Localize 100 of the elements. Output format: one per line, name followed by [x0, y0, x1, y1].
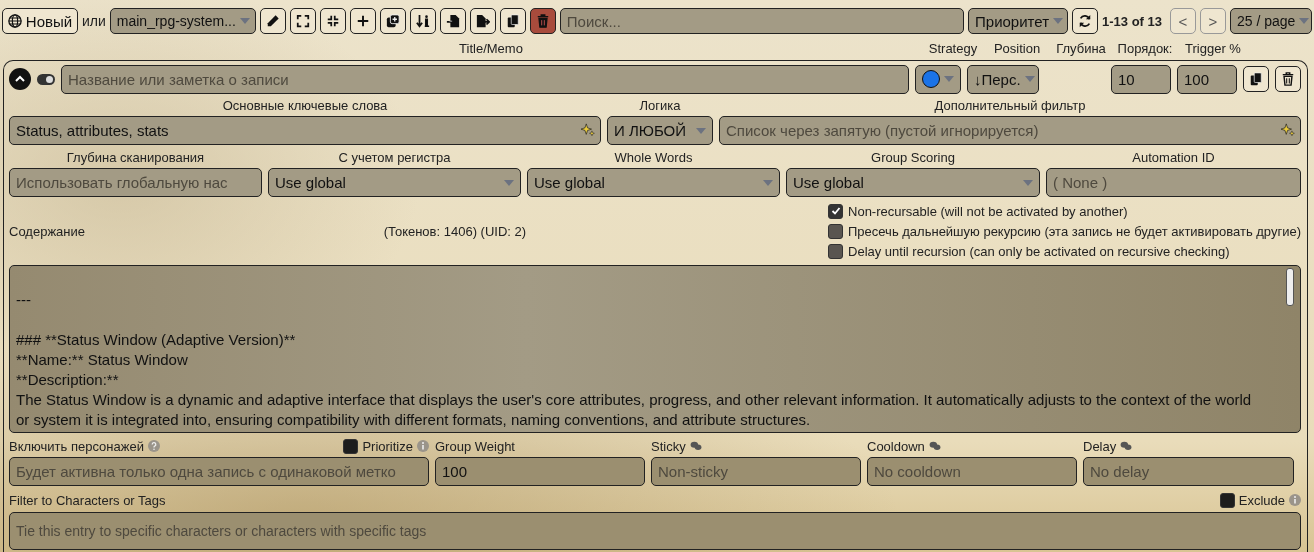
- checkbox-label: Delay until recursion (can only be activated on recursive checking): [848, 243, 1230, 259]
- checkbox[interactable]: [828, 223, 843, 239]
- duplicate-icon: [385, 14, 400, 28]
- refresh-button[interactable]: [1072, 8, 1098, 34]
- setting-field[interactable]: No cooldown: [867, 457, 1077, 486]
- token-info: (Токенов: 1406) (UID: 2): [383, 223, 528, 239]
- content-editor[interactable]: --- ### **Status Window (Adaptive Version)** **Name:** Status Window **Description:** The Status Window is a dynamic and adaptive interface that displays the user's core attributes, progress, and other relevant information. It automatically adjusts to the context of the world or system it is integrated into, ensuring compatibility with different formats, naming conventions, and attribute structures.: [9, 265, 1301, 433]
- column-header: Strategy: [927, 41, 979, 55]
- checkbox-label: Non-recursable (will not be activated by another): [848, 203, 1128, 219]
- strategy-select[interactable]: [915, 64, 961, 94]
- file-import-icon: [445, 14, 460, 28]
- setting-field[interactable]: ( None ): [1046, 168, 1301, 197]
- chat-bubbles-icon: [1120, 441, 1133, 451]
- sort-select[interactable]: Приоритет: [968, 8, 1068, 34]
- setting-field[interactable]: No delay: [1083, 457, 1294, 486]
- file-export-icon: [475, 14, 490, 28]
- copy-icon: [1249, 72, 1263, 86]
- field-label: Логика: [638, 98, 682, 113]
- option-select[interactable]: Use global: [786, 168, 1040, 197]
- search-field[interactable]: Поиск...: [559, 8, 964, 34]
- field-label: Automation ID: [1131, 150, 1216, 165]
- collapse-button[interactable]: [9, 68, 31, 90]
- column-header: Trigger %: [1184, 41, 1242, 55]
- column-header: Position: [992, 41, 1042, 55]
- field-label: Filter to Characters or Tags: [9, 492, 166, 508]
- checkmark-icon: [830, 206, 841, 216]
- field-label: Group Weight: [435, 438, 515, 454]
- trash-icon: [1281, 72, 1295, 86]
- collapse-button[interactable]: [319, 8, 346, 34]
- field-label: Дополнительный фильтр: [933, 98, 1087, 113]
- checkbox[interactable]: [828, 243, 843, 259]
- option-select[interactable]: Use global: [268, 168, 521, 197]
- previous-page-button[interactable]: <: [1170, 8, 1196, 34]
- field-label: Включить персонажей: [9, 438, 144, 454]
- character-filter-field[interactable]: Tie this entry to specific characters or characters with specific tags: [9, 512, 1301, 550]
- enable-toggle[interactable]: [37, 73, 55, 85]
- option-select[interactable]: Use global: [527, 168, 780, 197]
- setting-field[interactable]: Non-sticky: [651, 457, 861, 486]
- refresh-icon: [1078, 14, 1092, 28]
- strategy-dot-icon: [922, 70, 940, 88]
- pencil-button[interactable]: [259, 8, 286, 34]
- plus-icon: [355, 14, 370, 28]
- info-icon: [1289, 494, 1301, 506]
- setting-field[interactable]: 100: [435, 457, 645, 486]
- title-field[interactable]: Название или заметка о записи: [61, 64, 909, 94]
- chat-bubbles-icon: [928, 441, 941, 451]
- collapse-icon: [325, 14, 340, 28]
- field-label: Глубина сканирования: [65, 150, 206, 165]
- next-page-button[interactable]: >: [1200, 8, 1226, 34]
- order-field[interactable]: 10: [1111, 64, 1171, 94]
- secondary-filter-field[interactable]: Список через запятую (пустой игнорируется): [719, 116, 1301, 145]
- sparkle-icon: [581, 123, 595, 137]
- copy-button[interactable]: [1243, 66, 1269, 92]
- pagination-info: 1-13 of 13: [1102, 13, 1162, 29]
- new-button[interactable]: Новый: [2, 8, 78, 34]
- book-select[interactable]: main_rpg-system...: [109, 8, 256, 34]
- page-size-select[interactable]: 25 / page: [1230, 8, 1312, 34]
- sparkle-icon: [1281, 123, 1295, 137]
- field-label: Cooldown: [867, 438, 925, 454]
- position-select[interactable]: ↓Перс.: [967, 64, 1039, 94]
- column-header: Порядок:: [1116, 41, 1174, 55]
- column-header: Глубина: [1055, 41, 1107, 55]
- delete-button[interactable]: [1275, 66, 1301, 92]
- field-label: Group Scoring: [870, 150, 956, 165]
- pencil-icon: [265, 14, 280, 28]
- plus-button[interactable]: [349, 8, 376, 34]
- copy-button[interactable]: [499, 8, 526, 34]
- prioritize-checkbox[interactable]: [343, 438, 359, 454]
- keywords-field[interactable]: Status, attributes, stats: [9, 116, 601, 145]
- field-label: Sticky: [651, 438, 686, 454]
- setting-field[interactable]: Использовать глобальную нас: [9, 168, 262, 197]
- sort-icon: [415, 14, 430, 28]
- file-import-button[interactable]: [439, 8, 466, 34]
- duplicate-button[interactable]: [379, 8, 406, 34]
- field-label: Основные ключевые слова: [221, 98, 389, 113]
- exclude-checkbox[interactable]: [1219, 492, 1235, 508]
- checkbox-label: Prioritize: [362, 438, 413, 454]
- trash-icon: [535, 14, 550, 28]
- or-label: или: [82, 13, 106, 29]
- copy-icon: [505, 14, 520, 28]
- chat-bubbles-icon: [689, 441, 702, 451]
- expand-icon: [295, 14, 310, 28]
- expand-button[interactable]: [289, 8, 316, 34]
- help-icon: [147, 440, 160, 452]
- setting-field[interactable]: Будет активна только одна запись с одинаковой метко: [9, 457, 429, 486]
- column-header: Title/Memo: [458, 41, 524, 55]
- field-label: С учетом регистра: [337, 150, 452, 165]
- trash-button[interactable]: [529, 8, 556, 34]
- checkbox[interactable]: [828, 203, 843, 219]
- logic-select[interactable]: И ЛЮБОЙ: [607, 116, 713, 145]
- field-label: Whole Words: [613, 150, 694, 165]
- file-export-button[interactable]: [469, 8, 496, 34]
- sort-button[interactable]: [409, 8, 436, 34]
- checkbox-label: Exclude: [1238, 492, 1285, 508]
- content-label: Содержание: [9, 223, 86, 239]
- trigger-field[interactable]: 100: [1177, 64, 1237, 94]
- checkbox-label: Пресечь дальнейшую рекурсию (эта запись не будет активировать другие): [848, 223, 1301, 239]
- globe-icon: [7, 14, 22, 28]
- info-icon: [417, 440, 429, 452]
- field-label: Delay: [1083, 438, 1117, 454]
